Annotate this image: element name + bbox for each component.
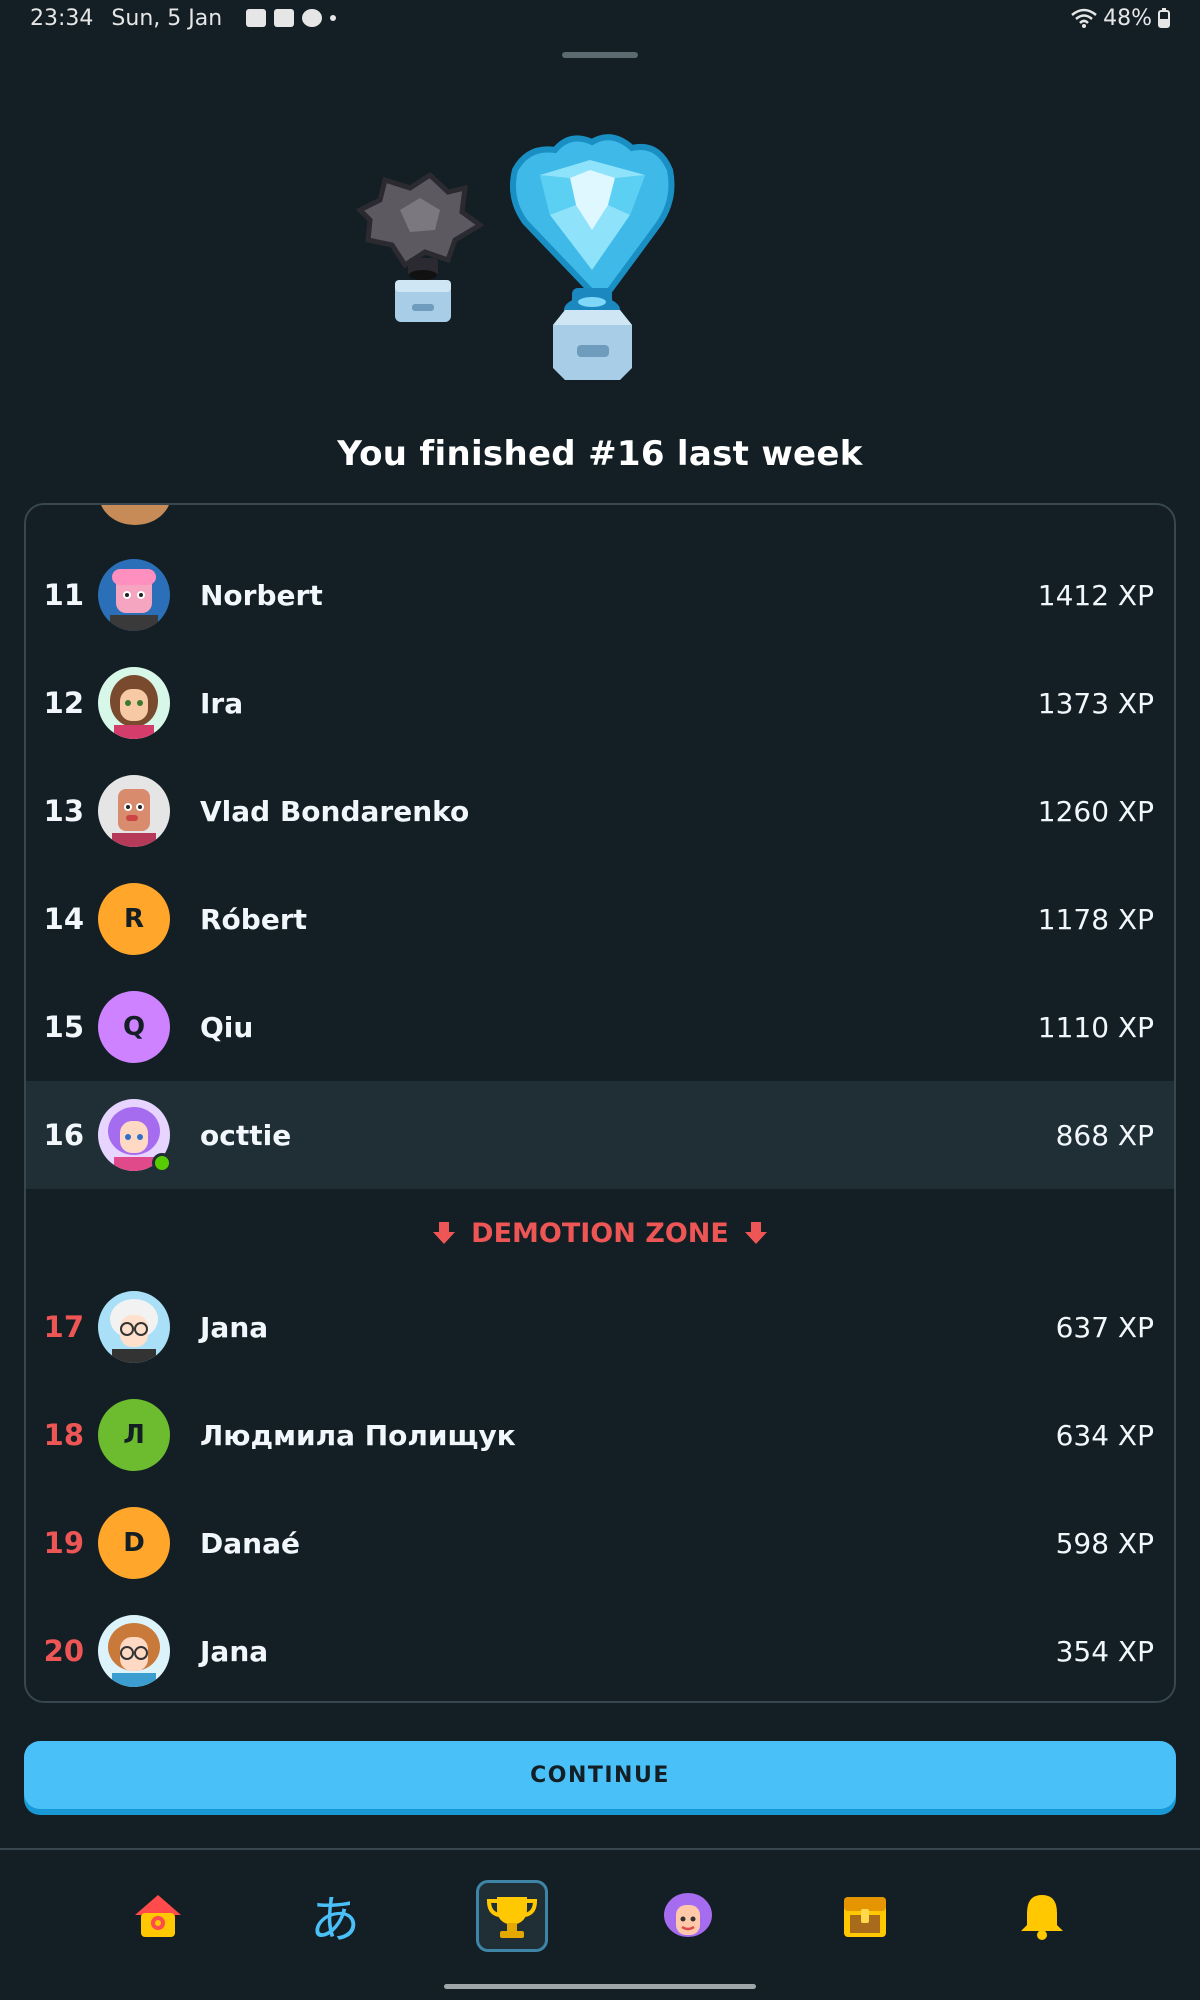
bell-icon [1020, 1895, 1063, 1940]
rank-number: 19 [43, 1526, 84, 1560]
user-name: octtie [200, 1118, 292, 1152]
user-name: Людмила Полищук [200, 1418, 516, 1452]
user-xp: 1110 XP [1037, 1010, 1154, 1044]
bird-notification-icon [302, 9, 323, 27]
obsidian-trophy-icon [355, 171, 485, 322]
bottom-navigation: あ [0, 1848, 1200, 2000]
avatar [98, 1615, 170, 1687]
user-name: Jana [200, 1310, 269, 1344]
rank-number: 20 [43, 1634, 84, 1668]
avatar [98, 667, 170, 739]
avatar-initial: Q [122, 1012, 146, 1042]
user-xp: 1412 XP [1037, 578, 1154, 612]
avatar-initial: Л [123, 1420, 145, 1450]
demotion-zone-label: DEMOTION ZONE [471, 1217, 729, 1249]
user-name: Vlad Bondarenko [200, 794, 470, 828]
online-status-icon [152, 1153, 172, 1173]
home-icon [135, 1895, 182, 1937]
user-xp: 354 XP [1055, 1634, 1154, 1668]
rank-number: 18 [43, 1418, 84, 1452]
battery-icon [1158, 8, 1170, 28]
rank-number: 14 [43, 902, 84, 936]
rank-number: 16 [43, 1118, 84, 1152]
rank-number: 12 [43, 686, 84, 720]
more-notifications-icon [330, 15, 337, 21]
user-name: Ira [200, 686, 244, 720]
hiragana-icon: あ [309, 1891, 360, 1949]
table-row[interactable]: 15 Q Qiu 1110 XP [26, 973, 1174, 1081]
arrow-down-icon [433, 1222, 456, 1244]
nav-notifications[interactable] [1006, 1880, 1078, 1952]
user-name: Norbert [200, 578, 323, 612]
nav-leaderboards[interactable] [475, 1880, 548, 1952]
user-name: Qiu [200, 1010, 254, 1044]
demotion-zone-divider: DEMOTION ZONE [26, 1193, 1174, 1273]
rank-number: 15 [43, 1010, 84, 1044]
avatar: D [98, 1507, 170, 1579]
gallery-notification-icon [246, 9, 267, 27]
avatar-initial: D [123, 1528, 145, 1558]
rank-number: 13 [43, 794, 84, 828]
user-name: Danaé [200, 1526, 300, 1560]
user-xp: 1260 XP [1037, 794, 1154, 828]
user-xp: 1178 XP [1037, 902, 1154, 936]
continue-button[interactable]: CONTINUE [24, 1741, 1176, 1809]
avatar: R [98, 883, 170, 955]
wifi-icon [1071, 8, 1097, 28]
table-row[interactable]: 13 Vlad Bondarenko 1260 XP [26, 757, 1174, 865]
status-date: Sun, 5 Jan [111, 5, 223, 31]
avatar [99, 505, 171, 525]
table-row[interactable]: 20 Jana 354 XP [26, 1597, 1174, 1701]
table-row[interactable]: 14 R Róbert 1178 XP [26, 865, 1174, 973]
nav-shop[interactable] [829, 1880, 901, 1952]
notification-icons [246, 9, 337, 27]
table-row[interactable]: 19 D Danaé 598 XP [26, 1489, 1174, 1597]
trophy-icon [486, 1897, 537, 1938]
table-row[interactable]: 11 Norbert 1412 XP [26, 541, 1174, 649]
rank-number: 17 [43, 1310, 84, 1344]
user-xp: 598 XP [1055, 1526, 1154, 1560]
diamond-trophy-icon [510, 134, 675, 380]
treasure-chest-icon [843, 1897, 886, 1937]
avatar [98, 775, 170, 847]
league-trophy-illustration [340, 130, 740, 400]
battery-level: 48% [1103, 5, 1152, 31]
arrow-down-icon [744, 1222, 767, 1244]
avatar: Q [98, 991, 170, 1063]
user-xp: 634 XP [1055, 1418, 1154, 1452]
user-name: Róbert [200, 902, 308, 936]
nav-characters[interactable]: あ [299, 1880, 371, 1952]
table-row[interactable]: 17 Jana 637 XP [26, 1273, 1174, 1381]
leaderboard-list[interactable]: 11 Norbert 1412 XP 12 Ira 1373 XP 13 Vla… [24, 503, 1176, 1703]
avatar-initial: R [123, 904, 145, 934]
result-headline: You finished #16 last week [337, 434, 863, 474]
sheet-drag-handle[interactable] [562, 52, 638, 58]
profile-avatar-icon [664, 1893, 713, 1937]
table-row[interactable]: 18 Л Людмила Полищук 634 XP [26, 1381, 1174, 1489]
nav-profile[interactable] [652, 1880, 724, 1952]
current-user-row[interactable]: 16 octtie 868 XP [26, 1081, 1174, 1189]
table-row[interactable]: 12 Ira 1373 XP [26, 649, 1174, 757]
avatar [98, 559, 170, 631]
status-time: 23:34 [30, 5, 94, 31]
user-xp: 637 XP [1055, 1310, 1154, 1344]
nav-home[interactable] [122, 1880, 194, 1952]
rank-number: 11 [43, 578, 84, 612]
user-name: Jana [200, 1634, 269, 1668]
avatar: Л [98, 1399, 170, 1471]
user-xp: 1373 XP [1037, 686, 1154, 720]
user-xp: 868 XP [1055, 1118, 1154, 1152]
home-gesture-bar[interactable] [444, 1984, 756, 1989]
avatar [98, 1291, 170, 1363]
contact-notification-icon [274, 9, 295, 27]
status-bar: 23:34 Sun, 5 Jan 48% [0, 0, 1200, 36]
